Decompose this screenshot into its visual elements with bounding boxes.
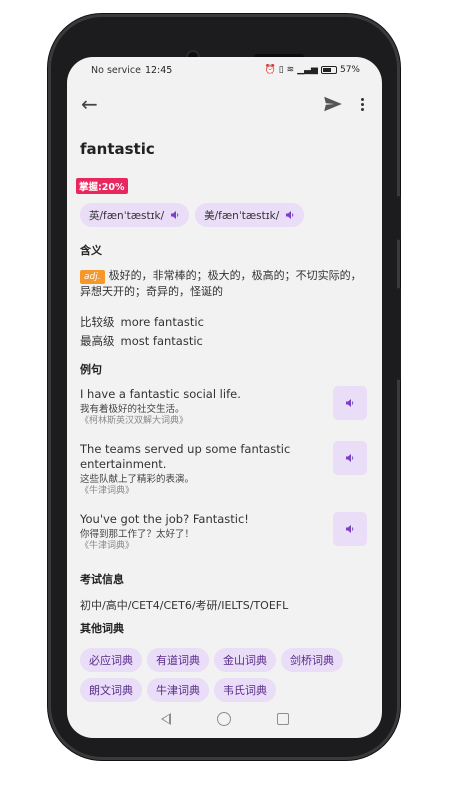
dict-chip-bing[interactable]: 必应词典 [80,648,142,672]
example-en: The teams served up some fantastic enter… [80,442,291,471]
play-example-button[interactable] [333,386,367,420]
dict-chip-cambridge[interactable]: 剑桥词典 [281,648,343,672]
example-zh: 你得到那工作了？太好了！ [80,529,195,540]
speaker-icon [171,211,179,219]
signal-icon: ▁▃▅ [297,65,318,75]
volume-button [397,196,401,240]
dictionary-chips: 必应词典 有道词典 金山词典 剑桥词典 朗文词典 牛津词典 韦氏词典 [80,648,370,702]
clock: 12:45 [144,64,173,76]
status-icons: ⏰ ▯ ≋ ▁▃▅ 57% [265,65,361,75]
play-example-button[interactable] [333,512,367,546]
form-superlative: 最高级 most fantastic [80,334,203,348]
definition-text: 极好的，非常棒的；极大的，极高的；不切实际的，异想天开的；奇异的，怪诞的 [80,269,362,298]
example-zh: 我有着极好的社交生活。 [80,404,185,415]
dict-chip-oxford[interactable]: 牛津词典 [147,678,209,702]
nav-home-icon[interactable] [216,712,231,726]
play-example-button[interactable] [333,441,367,475]
arrow-left-icon[interactable]: ← [81,94,98,114]
phonetic-uk-text: 英/fænˈtæstɪk/ [89,209,165,222]
send-icon[interactable] [323,96,343,112]
phonetic-uk-chip[interactable]: 英/fænˈtæstɪk/ [80,203,190,227]
pos-badge: adj. [80,270,105,284]
definition: adj. 极好的，非常棒的；极大的，极高的；不切实际的，异想天开的；奇异的，怪诞的 [80,268,368,300]
nav-recent-icon[interactable] [276,713,289,725]
example-source: 《牛津词典》 [80,486,135,496]
status-bar: No service 12:45 ⏰ ▯ ≋ ▁▃▅ 57% [91,63,360,77]
power-button [397,288,401,380]
more-vert-icon[interactable] [361,97,364,111]
nav-back-icon[interactable] [160,713,171,725]
headword: fantastic [80,140,155,158]
vibrate-icon: ▯ [278,65,284,75]
speaker-icon [346,399,354,407]
example-zh: 这些队献上了精彩的表演。 [80,474,195,485]
example-source: 《柯林斯英汉双解大词典》 [80,416,189,426]
example-source: 《牛津词典》 [80,541,135,551]
alarm-icon: ⏰ [264,65,276,75]
phonetic-us-text: 美/fænˈtæstɪk/ [204,209,280,222]
dict-chip-youdao[interactable]: 有道词典 [147,648,209,672]
example-en: I have a fantastic social life. [80,387,241,401]
carrier-text: No service [91,64,141,76]
battery-percent: 57% [339,65,360,75]
system-nav-bar [67,708,382,730]
dict-chip-longman[interactable]: 朗文词典 [80,678,142,702]
battery-icon [320,66,337,74]
word-forms: 比较级 more fantastic 最高级 most fantastic [80,313,204,351]
example-item: You've got the job? Fantastic! 你得到那工作了？太… [80,512,316,552]
example-item: The teams served up some fantastic enter… [80,442,316,497]
form-comparative: 比较级 more fantastic [80,315,204,329]
speaker-icon [286,211,294,219]
exam-list: 初中/高中/CET4/CET6/考研/IELTS/TOEFL [80,599,289,612]
dict-chip-kingsoft[interactable]: 金山词典 [214,648,276,672]
other-dicts-heading: 其他词典 [80,622,124,635]
phonetic-us-chip[interactable]: 美/fænˈtæstɪk/ [195,203,305,227]
speaker-icon [346,525,354,533]
wifi-icon: ≋ [286,65,295,75]
app-bar: ← [81,93,368,115]
example-item: I have a fantastic social life. 我有着极好的社交… [80,387,316,427]
mastery-badge: 掌握:20% [76,178,128,194]
meaning-heading: 含义 [80,244,102,257]
dict-chip-webster[interactable]: 韦氏词典 [214,678,276,702]
screen: No service 12:45 ⏰ ▯ ≋ ▁▃▅ 57% ← fantast… [67,57,382,738]
phonetics-row: 英/fænˈtæstɪk/ 美/fænˈtæstɪk/ [80,203,305,227]
exam-heading: 考试信息 [80,573,124,586]
examples-heading: 例句 [80,363,102,376]
example-en: You've got the job? Fantastic! [80,512,249,526]
speaker-icon [346,454,354,462]
